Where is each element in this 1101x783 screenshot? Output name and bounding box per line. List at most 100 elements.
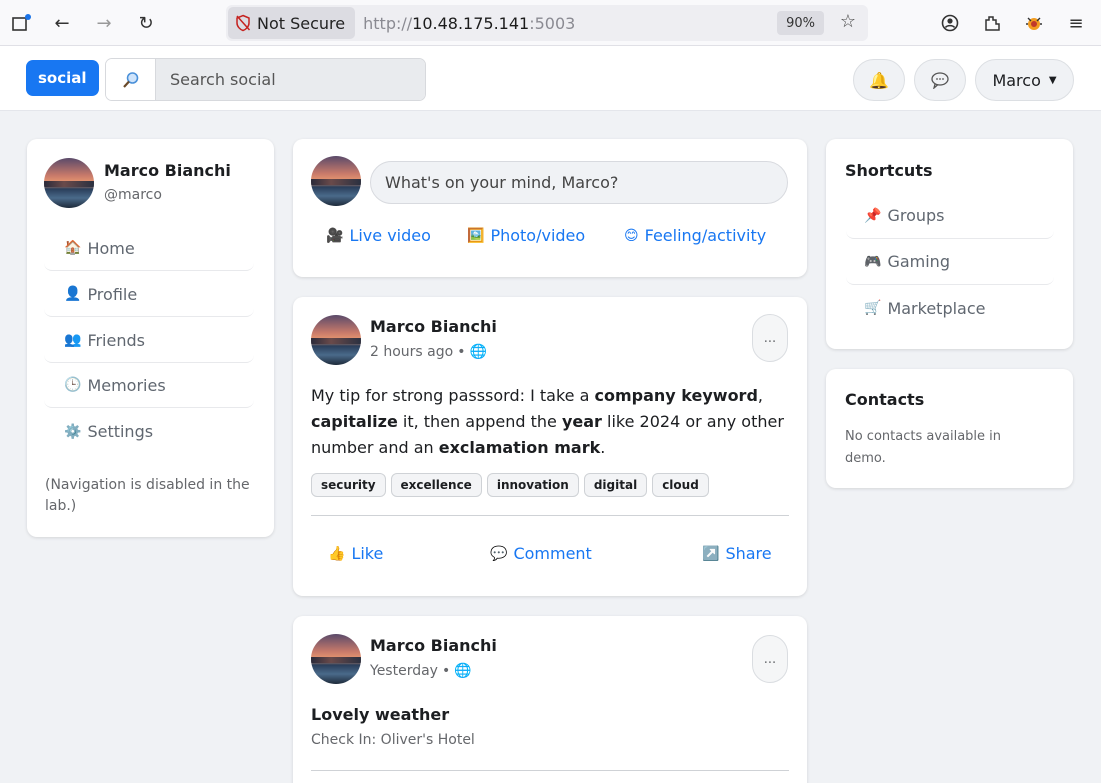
bookmark-star-icon[interactable]: ☆ xyxy=(840,11,856,32)
post-body-text: My tip for strong passsord: I take a xyxy=(311,386,595,405)
post-title: Lovely weather xyxy=(311,705,450,724)
shortcuts-title: Shortcuts xyxy=(845,161,933,180)
caret-down-icon: ▼ xyxy=(1048,74,1057,86)
contacts-panel: Contacts No contacts available in demo. xyxy=(826,369,1073,488)
post-more-button[interactable]: ... xyxy=(752,314,788,362)
post-composer: What's on your mind, Marco? 🎥 Live video… xyxy=(293,139,807,277)
not-secure-badge[interactable]: Not Secure xyxy=(228,7,356,39)
person-icon: 👤 xyxy=(64,286,82,302)
sidebar-item-label: Profile xyxy=(87,284,138,304)
tag-chip[interactable]: cloud xyxy=(652,473,709,497)
picture-icon: 🖼️ xyxy=(467,227,485,244)
post-card: Marco Bianchi Yesterday • 🌐 ... Lovely w… xyxy=(293,616,807,783)
post-card: Marco Bianchi 2 hours ago • 🌐 ... My tip… xyxy=(293,297,807,596)
post-tags: security excellence innovation digital cloud xyxy=(311,473,791,497)
profile-name[interactable]: Marco Bianchi xyxy=(104,161,231,180)
contacts-empty-text: No contacts available in demo. xyxy=(845,429,1002,466)
composer-input[interactable]: What's on your mind, Marco? xyxy=(370,161,788,204)
tab-icon[interactable] xyxy=(10,11,34,35)
post-body-text: , xyxy=(757,386,763,405)
post-author[interactable]: Marco Bianchi xyxy=(370,636,497,655)
home-icon: 🏠 xyxy=(64,240,82,256)
sidebar-item-label: Friends xyxy=(87,330,145,350)
account-icon[interactable] xyxy=(938,11,962,35)
post-meta: 2 hours ago • 🌐 xyxy=(370,344,487,360)
not-secure-label: Not Secure xyxy=(257,13,346,33)
post-time[interactable]: Yesterday xyxy=(370,663,438,679)
address-bar[interactable]: Not Secure http://10.48.175.141:5003 90%… xyxy=(226,5,868,41)
browser-toolbar: ← → ↻ Not Secure http://10.48.175.141:50… xyxy=(0,0,1101,46)
contacts-title: Contacts xyxy=(845,390,925,409)
like-button[interactable]: 👍 Like xyxy=(328,544,383,563)
post-body-emphasis: exclamation mark xyxy=(438,438,601,457)
post-body-emphasis: company keyword xyxy=(594,386,758,405)
profile-handle: @marco xyxy=(104,187,162,203)
video-camera-icon: 🎥 xyxy=(326,227,344,244)
user-menu-label: Marco xyxy=(992,70,1041,90)
post-author[interactable]: Marco Bianchi xyxy=(370,317,497,336)
post-meta: Yesterday • 🌐 xyxy=(370,663,472,679)
post-more-button[interactable]: ... xyxy=(752,635,788,683)
smiley-icon: 😊 xyxy=(624,227,639,244)
separator-dot: • xyxy=(457,344,466,360)
divider xyxy=(311,515,789,516)
tag-chip[interactable]: excellence xyxy=(390,473,482,497)
shield-slash-icon xyxy=(236,14,251,32)
tag-chip[interactable]: digital xyxy=(583,473,648,497)
live-video-button[interactable]: 🎥 Live video xyxy=(326,226,431,245)
share-button[interactable]: ↗️ Share xyxy=(702,544,772,563)
app-header: social 🔔 Marco ▼ xyxy=(0,46,1101,111)
sidebar-item-settings[interactable]: ⚙️ Settings xyxy=(44,409,254,454)
post-body-emphasis: year xyxy=(561,412,602,431)
shortcut-groups[interactable]: 📌 Groups xyxy=(846,193,1054,239)
people-icon: 👥 xyxy=(64,332,82,348)
post-body-text: it, then append the xyxy=(397,412,562,431)
messages-button[interactable] xyxy=(914,59,966,101)
url-text: http://10.48.175.141:5003 xyxy=(363,13,576,33)
comment-button[interactable]: 💬 Comment xyxy=(490,544,592,563)
search-input[interactable] xyxy=(156,59,425,100)
search-box xyxy=(105,58,426,101)
avatar[interactable] xyxy=(311,634,361,684)
brand-logo[interactable]: social xyxy=(26,60,99,96)
back-icon[interactable]: ← xyxy=(50,11,74,35)
extension-bug-icon[interactable] xyxy=(1022,11,1046,35)
gamepad-icon: 🎮 xyxy=(864,253,882,270)
zoom-level[interactable]: 90% xyxy=(777,11,824,35)
navigation-note: (Navigation is disabled in the lab.) xyxy=(45,477,250,514)
notifications-button[interactable]: 🔔 xyxy=(853,59,905,101)
sidebar-item-home[interactable]: 🏠 Home xyxy=(44,226,254,271)
chat-bubble-icon xyxy=(931,72,949,89)
clock-icon: 🕒 xyxy=(64,377,82,393)
feeling-activity-button[interactable]: 😊 Feeling/activity xyxy=(624,226,766,245)
post-body: My tip for strong passsord: I take a com… xyxy=(311,383,791,461)
post-body-text: . xyxy=(600,438,606,457)
avatar[interactable] xyxy=(44,158,94,208)
avatar[interactable] xyxy=(311,315,361,365)
share-arrow-icon: ↗️ xyxy=(702,545,720,562)
tag-chip[interactable]: security xyxy=(311,473,386,497)
speech-bubble-icon: 💬 xyxy=(490,545,508,562)
thumbs-up-icon: 👍 xyxy=(328,545,346,562)
sidebar-item-label: Settings xyxy=(87,422,154,441)
post-body-emphasis: capitalize xyxy=(311,412,398,431)
search-icon[interactable] xyxy=(106,59,156,100)
sidebar-item-friends[interactable]: 👥 Friends xyxy=(44,318,254,363)
globe-icon: 🌐 xyxy=(469,344,487,360)
user-menu-button[interactable]: Marco ▼ xyxy=(975,59,1074,101)
post-checkin: Check In: Oliver's Hotel xyxy=(311,732,475,748)
shortcut-marketplace[interactable]: 🛒 Marketplace xyxy=(846,285,1054,331)
avatar[interactable] xyxy=(311,156,361,206)
globe-icon: 🌐 xyxy=(454,663,472,679)
reload-icon[interactable]: ↻ xyxy=(134,11,158,35)
photo-video-button[interactable]: 🖼️ Photo/video xyxy=(467,226,585,245)
menu-icon[interactable]: ≡ xyxy=(1064,11,1088,35)
post-time[interactable]: 2 hours ago xyxy=(370,344,453,360)
sidebar-item-memories[interactable]: 🕒 Memories xyxy=(44,363,254,408)
bell-icon: 🔔 xyxy=(869,70,889,90)
tag-chip[interactable]: innovation xyxy=(486,473,579,497)
forward-icon[interactable]: → xyxy=(92,11,116,35)
shortcut-gaming[interactable]: 🎮 Gaming xyxy=(846,239,1054,285)
sidebar-item-profile[interactable]: 👤 Profile xyxy=(44,272,254,317)
extensions-icon[interactable] xyxy=(980,11,1004,35)
